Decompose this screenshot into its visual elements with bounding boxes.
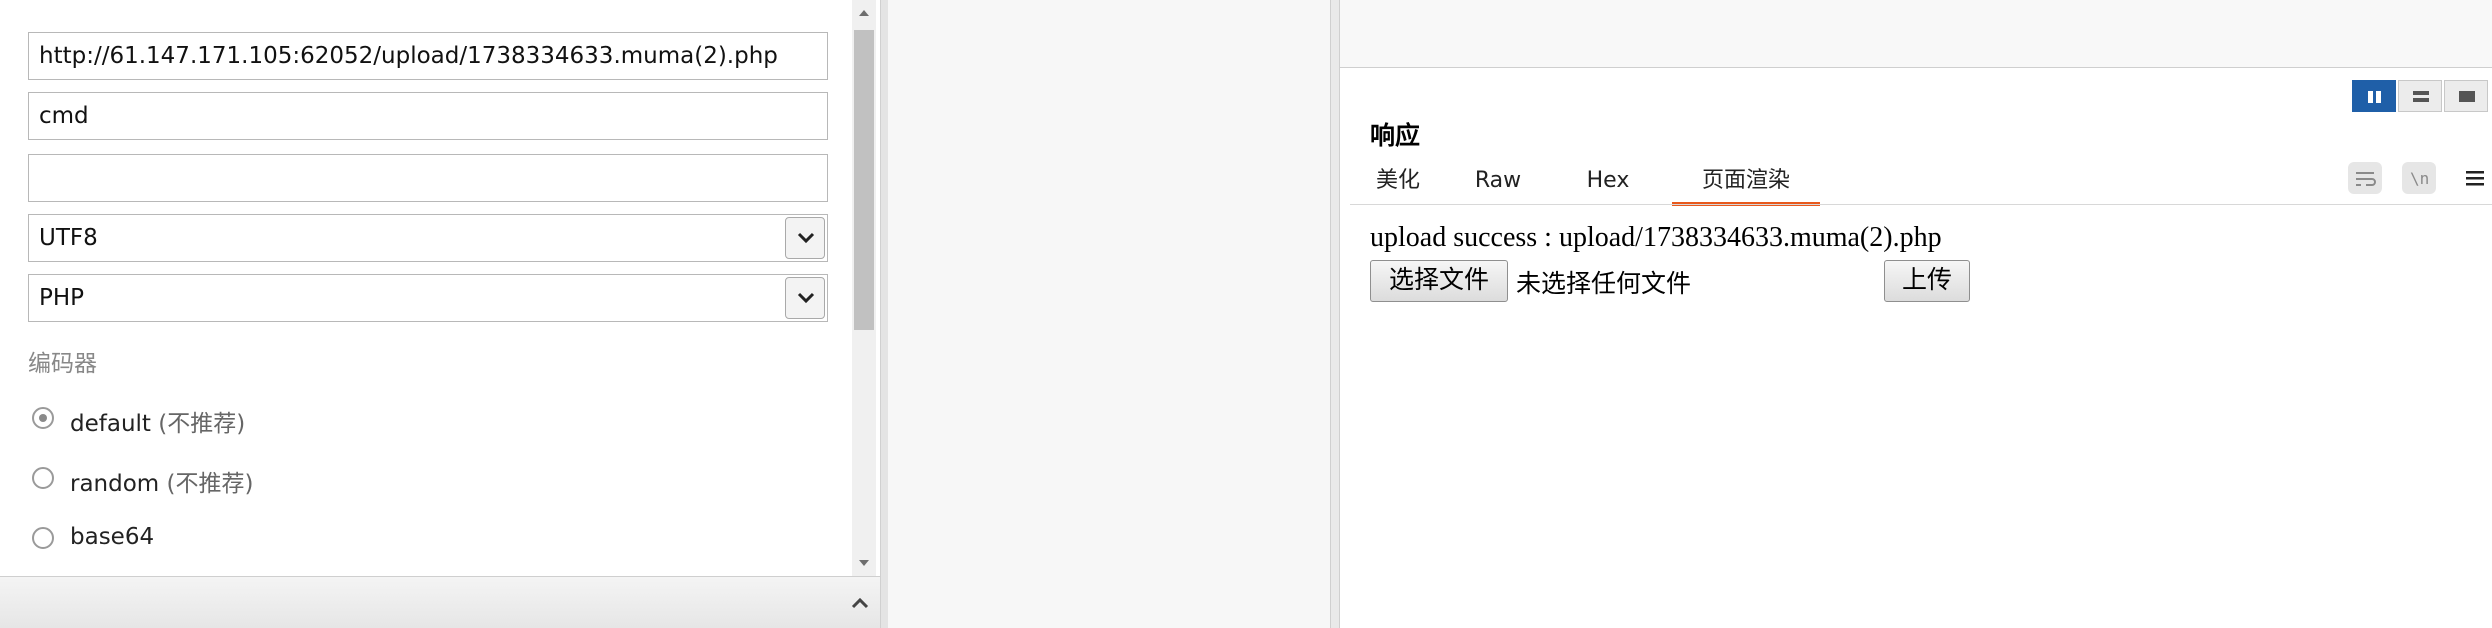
split-horizontal-icon[interactable]: [2352, 80, 2396, 112]
scroll-down-arrow-icon[interactable]: [852, 550, 876, 576]
empty-pane: [888, 0, 1330, 628]
panel-edge: [880, 0, 888, 628]
radio-button[interactable]: [32, 407, 54, 429]
choose-file-button[interactable]: 选择文件: [1370, 260, 1508, 302]
panel-footer-bar: [0, 576, 880, 628]
radio-button[interactable]: [32, 467, 54, 489]
response-title: 响应: [1370, 121, 1421, 150]
no-file-label: 未选择任何文件: [1516, 269, 1692, 298]
layout-toggle: [2352, 80, 2492, 114]
encoder-option-label: random (不推荐): [70, 471, 254, 497]
type-select-value: PHP: [39, 285, 85, 311]
vertical-scrollbar[interactable]: [852, 0, 876, 576]
menu-icon[interactable]: [2464, 166, 2486, 190]
chevron-down-icon[interactable]: [785, 217, 825, 259]
connection-form: http://61.147.171.105:62052/upload/17383…: [0, 0, 880, 576]
password-field[interactable]: cmd: [28, 92, 828, 140]
upload-message: upload success : upload/1738334633.muma(…: [1370, 222, 1942, 253]
word-wrap-icon[interactable]: [2348, 162, 2382, 194]
url-field[interactable]: http://61.147.171.105:62052/upload/17383…: [28, 32, 828, 80]
encoding-select-value: UTF8: [39, 225, 98, 251]
radio-button[interactable]: [32, 527, 54, 549]
chevron-down-icon[interactable]: [785, 277, 825, 319]
response-header-area: [1340, 0, 2492, 68]
scrollbar-thumb[interactable]: [854, 30, 874, 330]
scroll-up-arrow-icon[interactable]: [852, 0, 876, 26]
upload-button[interactable]: 上传: [1884, 260, 1970, 302]
encoding-select[interactable]: UTF8: [28, 214, 828, 262]
newline-icon[interactable]: \n: [2402, 162, 2436, 194]
connection-panel: http://61.147.171.105:62052/upload/17383…: [0, 0, 888, 628]
encoder-option-label: default (不推荐): [70, 411, 246, 437]
pane-splitter[interactable]: [1330, 0, 1340, 628]
svg-text:\n: \n: [2410, 169, 2429, 188]
response-panel: 响应 美化 Raw Hex 页面渲染 \n upload success : u…: [1340, 0, 2492, 628]
single-pane-icon[interactable]: [2444, 80, 2488, 112]
tab-raw[interactable]: Raw: [1458, 166, 1538, 206]
rendered-page: upload success : upload/1738334633.muma(…: [1370, 222, 1970, 302]
split-vertical-icon[interactable]: [2398, 80, 2442, 112]
tab-render[interactable]: 页面渲染: [1672, 166, 1820, 206]
file-upload-form: 选择文件 未选择任何文件 上传: [1370, 260, 2070, 304]
type-select[interactable]: PHP: [28, 274, 828, 322]
tab-pretty[interactable]: 美化: [1368, 166, 1428, 206]
tab-hex[interactable]: Hex: [1568, 166, 1648, 206]
encoder-option-label: base64: [70, 524, 155, 550]
chevron-up-icon[interactable]: [848, 591, 872, 615]
tab-divider: [1350, 204, 2492, 205]
encoder-label: 编码器: [28, 351, 97, 377]
empty-field[interactable]: [28, 154, 828, 202]
